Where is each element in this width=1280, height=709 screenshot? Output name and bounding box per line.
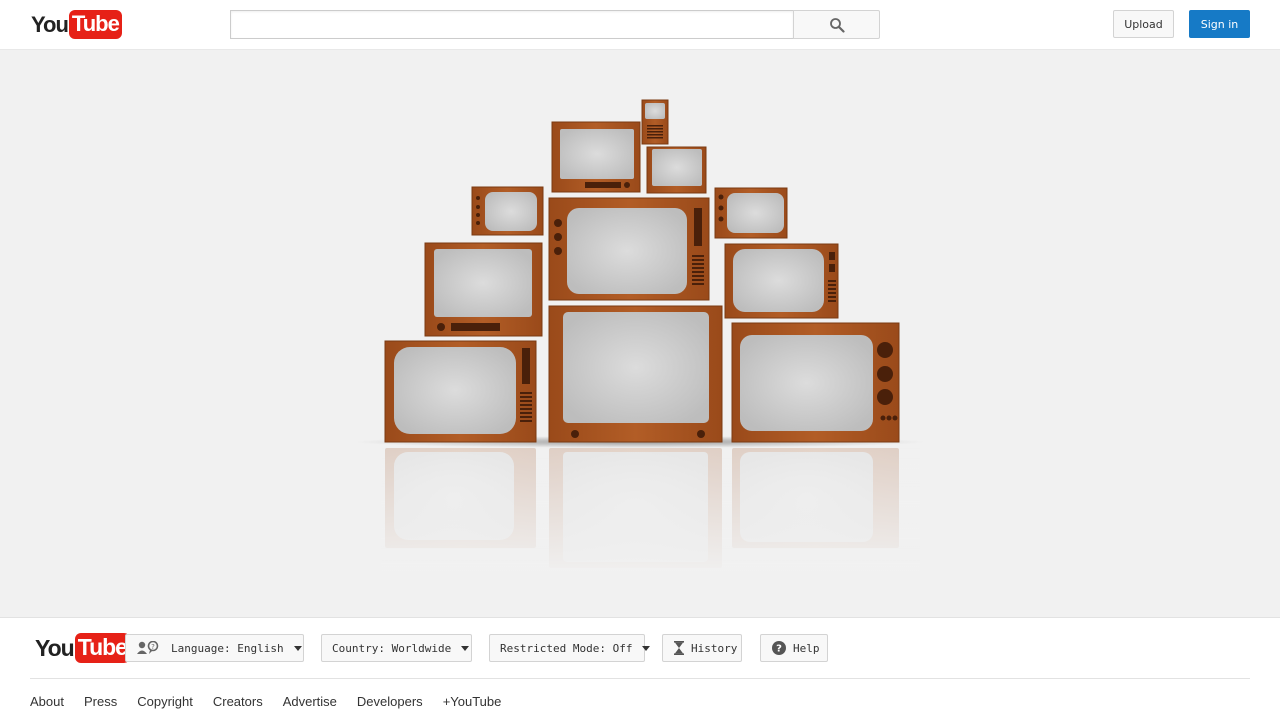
country-label: Country: Worldwide — [332, 641, 452, 655]
footer-link-press[interactable]: Press — [84, 694, 117, 709]
footer-link-plus-youtube[interactable]: +YouTube — [443, 694, 502, 709]
footer: You Tube ? Language: English Country: Wo… — [0, 617, 1280, 709]
search-button[interactable] — [793, 10, 880, 39]
tv-bottom-left — [384, 340, 537, 443]
svg-text:?: ? — [151, 643, 155, 651]
footer-link-developers[interactable]: Developers — [357, 694, 423, 709]
tv-bottom-right — [731, 322, 900, 443]
country-button[interactable]: Country: Worldwide — [321, 634, 472, 662]
youtube-logo[interactable]: You Tube — [31, 10, 122, 39]
language-button[interactable]: ? Language: English — [125, 634, 304, 662]
chevron-down-icon — [293, 645, 302, 651]
footer-link-about[interactable]: About — [30, 694, 64, 709]
footer-divider — [30, 678, 1250, 679]
chevron-down-icon — [461, 645, 470, 651]
tv-reflection — [360, 446, 920, 576]
footer-link-creators[interactable]: Creators — [213, 694, 263, 709]
language-icon: ? — [137, 641, 161, 655]
tv-upper-right-small — [714, 187, 788, 239]
tv-middle-center — [548, 197, 710, 301]
tv-upper-left-small — [471, 186, 544, 236]
chevron-down-icon — [642, 645, 651, 651]
footer-youtube-logo[interactable]: You Tube — [35, 633, 130, 663]
search-input[interactable] — [230, 10, 793, 39]
history-label: History — [691, 641, 738, 655]
footer-link-advertise[interactable]: Advertise — [283, 694, 337, 709]
help-label: Help — [793, 641, 820, 655]
history-button[interactable]: History — [662, 634, 742, 662]
upload-button[interactable]: Upload — [1113, 10, 1174, 38]
tv-top-right — [646, 146, 707, 194]
hourglass-icon — [674, 641, 684, 655]
svg-text:?: ? — [776, 644, 782, 655]
help-button[interactable]: ? Help — [760, 634, 828, 662]
error-illustration-area — [0, 50, 1280, 617]
tv-stack-illustration — [355, 99, 925, 576]
masthead: You Tube Upload Sign in — [0, 0, 1280, 50]
logo-tube-text: Tube — [74, 633, 130, 663]
logo-you-text: You — [31, 11, 69, 37]
tv-top-left — [551, 121, 641, 193]
footer-links: About Press Copyright Creators Advertise… — [30, 694, 501, 709]
sign-in-button[interactable]: Sign in — [1189, 10, 1250, 38]
help-icon: ? — [772, 641, 786, 655]
tv-bottom-center — [548, 305, 723, 443]
tv-top-tiny — [641, 99, 669, 145]
restricted-mode-label: Restricted Mode: Off — [500, 641, 633, 655]
footer-link-copyright[interactable]: Copyright — [137, 694, 193, 709]
tv-middle-left — [424, 242, 543, 337]
logo-tube-text: Tube — [68, 10, 122, 39]
search-icon — [829, 17, 845, 33]
logo-you-text: You — [35, 634, 75, 661]
restricted-mode-button[interactable]: Restricted Mode: Off — [489, 634, 651, 662]
tv-middle-right — [724, 243, 839, 319]
language-label: Language: English — [171, 641, 284, 655]
